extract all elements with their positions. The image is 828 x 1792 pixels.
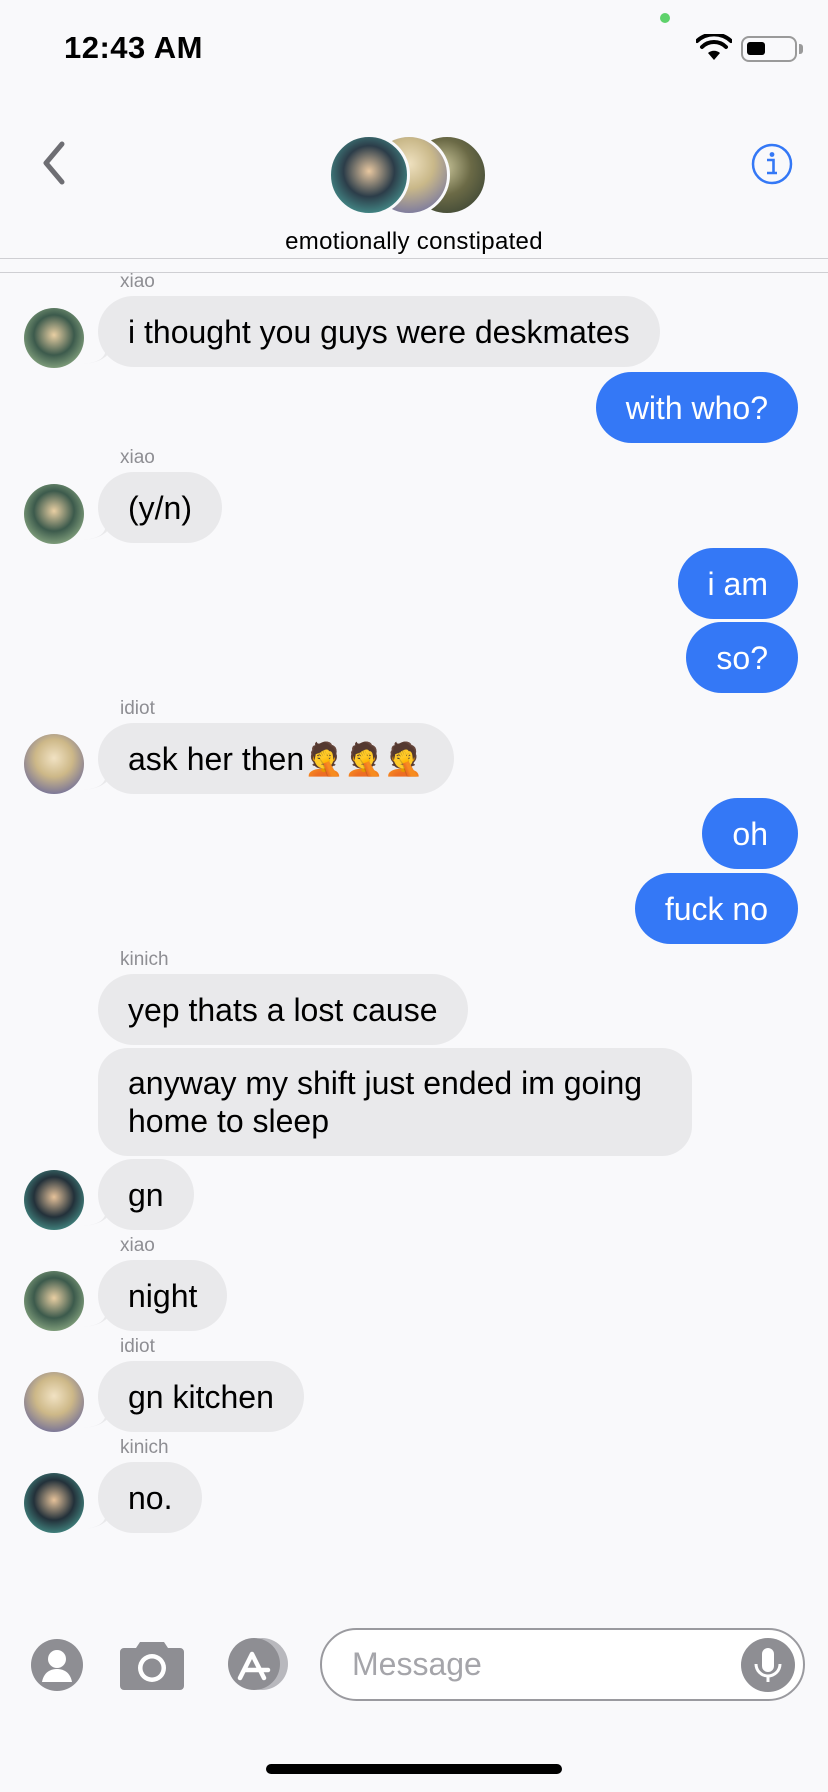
back-chevron-icon[interactable] (34, 138, 74, 188)
message-bubble-outgoing[interactable]: so? (686, 622, 798, 693)
message-bubble[interactable]: gn kitchen (98, 1361, 304, 1432)
message-bubble[interactable]: ask her then🤦🤦🤦 (98, 723, 454, 794)
avatar-idiot[interactable] (24, 734, 84, 794)
message-bubble-outgoing[interactable]: fuck no (634, 873, 798, 944)
camera-icon[interactable] (118, 1636, 186, 1692)
avatar-xiao[interactable] (24, 1271, 84, 1331)
message-bubble[interactable]: anyway my shift just ended im going home… (98, 1048, 692, 1156)
avatar-xiao[interactable] (24, 308, 84, 368)
message-bubble[interactable]: no. (98, 1462, 203, 1533)
message-bubble-outgoing[interactable]: i am (677, 548, 798, 619)
battery-icon (741, 36, 797, 62)
battery-tip (799, 44, 803, 54)
message-bubble[interactable]: gn (98, 1159, 194, 1230)
message-bubble[interactable]: night (98, 1260, 228, 1331)
message-placeholder: Message (352, 1646, 482, 1682)
camera-indicator-dot (660, 13, 670, 23)
sender-label: xiao (120, 1235, 155, 1256)
message-bubble-outgoing[interactable]: with who? (595, 372, 798, 443)
composer-bar: Message (0, 1620, 828, 1720)
group-avatars[interactable] (328, 134, 488, 216)
status-bar: 12:43 AM (0, 0, 828, 100)
sender-label: xiao (120, 447, 155, 468)
wifi-icon (696, 34, 732, 60)
message-input[interactable]: Message (320, 1628, 805, 1701)
sender-label: idiot (120, 1336, 155, 1357)
info-icon[interactable] (750, 142, 794, 186)
microphone-icon[interactable] (741, 1638, 795, 1692)
contact-icon[interactable] (30, 1638, 84, 1692)
message-bubble[interactable]: yep thats a lost cause (98, 974, 468, 1045)
group-name[interactable]: emotionally constipated (0, 228, 828, 256)
message-bubble-outgoing[interactable]: oh (702, 798, 798, 869)
sender-label: xiao (120, 271, 155, 292)
sender-label: kinich (120, 1437, 169, 1458)
avatar-xiao[interactable] (24, 484, 84, 544)
app-store-icon[interactable] (222, 1636, 294, 1692)
group-avatar-1 (328, 134, 410, 216)
conversation-header: emotionally constipated (0, 100, 828, 273)
message-bubble[interactable]: i thought you guys were deskmates (98, 296, 660, 367)
sender-label: idiot (120, 698, 155, 719)
message-bubble[interactable]: (y/n) (98, 472, 222, 543)
status-time: 12:43 AM (64, 30, 203, 65)
sender-label: kinich (120, 949, 169, 970)
avatar-idiot[interactable] (24, 1372, 84, 1432)
header-divider (0, 258, 828, 259)
home-indicator[interactable] (266, 1764, 562, 1774)
avatar-kinich[interactable] (24, 1170, 84, 1230)
avatar-kinich[interactable] (24, 1473, 84, 1533)
